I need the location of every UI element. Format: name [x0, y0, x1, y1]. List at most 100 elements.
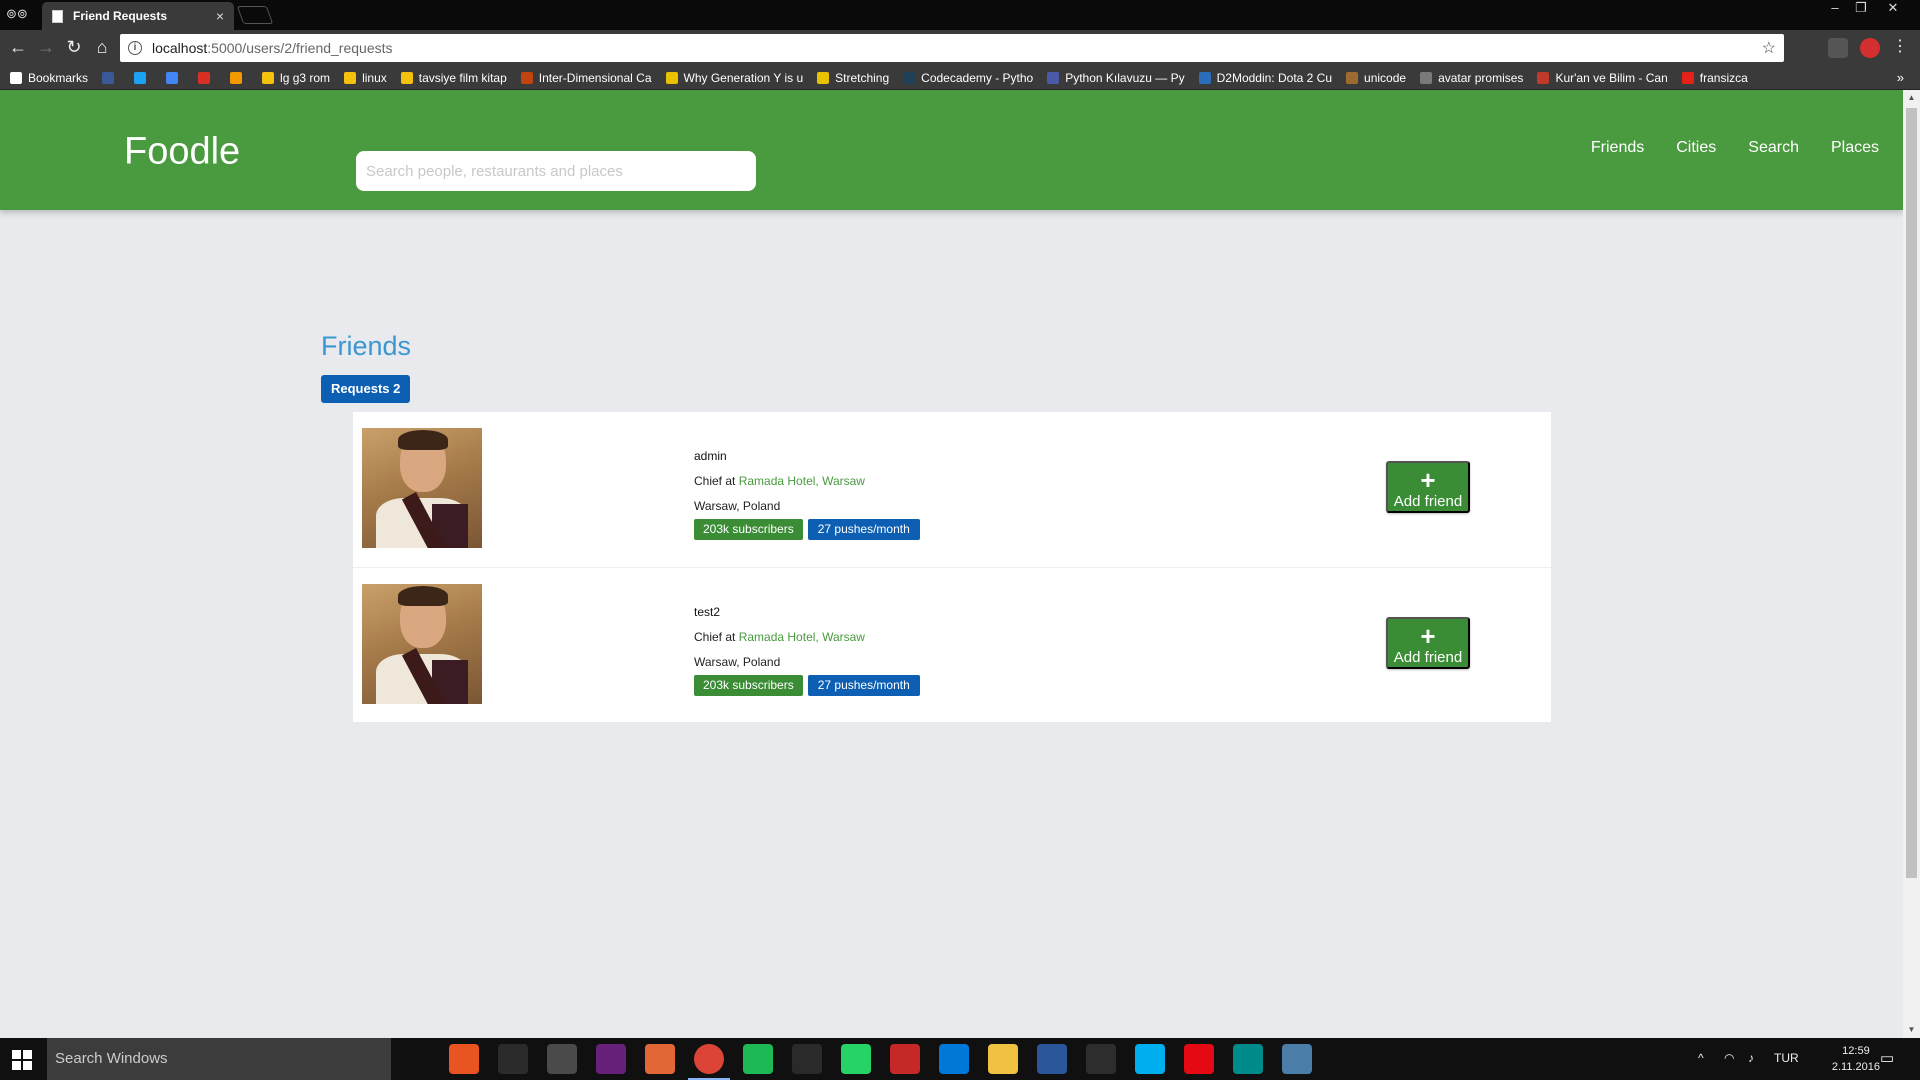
search-input[interactable] [356, 151, 756, 191]
edge-icon[interactable] [939, 1044, 969, 1074]
avatar[interactable] [362, 584, 482, 704]
nav-friends[interactable]: Friends [1591, 139, 1644, 157]
bookmark-item[interactable]: fransizca [1681, 71, 1748, 85]
skype-icon[interactable] [1135, 1044, 1165, 1074]
word-icon[interactable] [1037, 1044, 1067, 1074]
bookmark-item[interactable] [198, 71, 216, 84]
bookmark-label: Kur'an ve Bilim - Can [1555, 70, 1668, 85]
incognito-icon: ⊚⊚ [6, 6, 28, 21]
brand-logo[interactable]: Foodle [124, 131, 240, 174]
requests-tab[interactable]: Requests 2 [321, 375, 411, 403]
close-window-icon[interactable]: ✕ [1880, 0, 1906, 18]
visual-studio-icon[interactable] [596, 1044, 626, 1074]
bookmark-item[interactable]: avatar promises [1420, 71, 1523, 85]
scroll-down-icon[interactable]: ▼ [1903, 1022, 1920, 1038]
task-view-icon[interactable] [400, 1044, 430, 1074]
sublime-icon[interactable] [547, 1044, 577, 1074]
bookmark-item[interactable] [134, 71, 152, 84]
forward-icon[interactable]: → [36, 38, 56, 58]
bookmark-favicon-icon [198, 71, 211, 84]
requests-list: admin Chief at Ramada Hotel, Warsaw Wars… [353, 412, 1551, 722]
clock[interactable]: 12:59 2.11.2016 [1832, 1043, 1880, 1075]
nav-places[interactable]: Places [1831, 139, 1879, 157]
nav-search[interactable]: Search [1748, 139, 1799, 157]
windows-taskbar: Search Windows ^ ◠ ♪ TUR 12:59 2.11.2016… [0, 1038, 1920, 1080]
bookmark-label: Why Generation Y is u [683, 70, 804, 85]
tab-close-icon[interactable]: × [216, 8, 224, 24]
bookmark-star-icon[interactable]: ☆ [1762, 38, 1776, 58]
subscribers-badge: 203k subscribers [694, 675, 803, 696]
bookmark-item[interactable]: Why Generation Y is u [665, 70, 804, 85]
photos-icon[interactable] [1282, 1044, 1312, 1074]
home-icon[interactable]: ⌂ [92, 38, 112, 58]
bookmark-item[interactable]: Kur'an ve Bilim - Can [1537, 70, 1668, 85]
ubuntu-icon[interactable] [449, 1044, 479, 1074]
bookmark-item[interactable] [166, 71, 184, 84]
chrome-icon[interactable] [688, 1044, 730, 1080]
nav-cities[interactable]: Cities [1676, 139, 1716, 157]
username[interactable]: test2 [694, 605, 720, 619]
bookmark-item[interactable]: Stretching [817, 71, 889, 85]
avatar[interactable] [362, 428, 482, 548]
back-icon[interactable]: ← [8, 38, 28, 58]
extension-icon[interactable] [1860, 38, 1880, 58]
shield-extension-icon[interactable] [1828, 38, 1848, 58]
bookmark-item[interactable]: Codecademy - Pytho [903, 71, 1033, 85]
page-scrollbar[interactable]: ▲ ▼ [1903, 90, 1920, 1038]
volume-icon[interactable]: ♪ [1748, 1051, 1754, 1065]
bookmark-item[interactable]: linux [344, 71, 387, 85]
notifications-icon[interactable]: ▭ [1880, 1049, 1894, 1067]
pushes-badge: 27 pushes/month [807, 519, 920, 540]
netflix-icon[interactable] [1184, 1044, 1214, 1074]
bookmarks-bar: Bookmarks lg g3 rom linux tavsiye film kita… [0, 66, 1920, 90]
bookmark-item[interactable]: Inter-Dimensional Ca [520, 70, 652, 85]
explorer-icon[interactable] [988, 1044, 1018, 1074]
bookmark-label: Stretching [835, 70, 890, 85]
reload-icon[interactable]: ↻ [64, 38, 84, 58]
wifi-icon[interactable]: ◠ [1724, 1051, 1734, 1065]
tab-friend-requests[interactable]: Friend Requests × [42, 2, 234, 30]
language-indicator[interactable]: TUR [1774, 1051, 1799, 1065]
info-icon[interactable]: i [128, 41, 142, 55]
minimize-icon[interactable]: – [1822, 0, 1848, 18]
bookmark-label: Inter-Dimensional Ca [538, 70, 652, 85]
bookmarks-overflow-icon[interactable]: » [1897, 70, 1904, 85]
terminal-icon[interactable] [498, 1044, 528, 1074]
matlab-icon[interactable] [645, 1044, 675, 1074]
windows-start-icon[interactable] [12, 1050, 32, 1070]
url-text[interactable]: localhost:5000/users/2/friend_requests [152, 40, 1762, 56]
address-bar[interactable]: i localhost:5000/users/2/friend_requests… [120, 34, 1784, 62]
popcorn-icon[interactable] [890, 1044, 920, 1074]
add-friend-button[interactable]: + Add friend [1386, 461, 1470, 513]
scrollbar-thumb[interactable] [1906, 108, 1917, 878]
spotify-icon[interactable] [743, 1044, 773, 1074]
bookmark-favicon-icon [665, 71, 678, 84]
bookmark-favicon-icon [1198, 71, 1211, 84]
taskbar-search[interactable]: Search Windows [47, 1038, 391, 1080]
tray-chevron-icon[interactable]: ^ [1698, 1051, 1704, 1065]
page-viewport: Foodle Friends Cities Search Places Frie… [0, 90, 1903, 1038]
camera-icon[interactable] [1233, 1044, 1263, 1074]
scroll-up-icon[interactable]: ▲ [1903, 90, 1920, 106]
bookmark-item[interactable]: tavsiye film kitap [400, 71, 507, 85]
store-icon[interactable] [1086, 1044, 1116, 1074]
new-tab-button[interactable] [236, 6, 274, 24]
job-line: Chief at Ramada Hotel, Warsaw [694, 630, 865, 644]
bookmark-item[interactable]: lg g3 rom [262, 71, 330, 85]
workplace-link[interactable]: Ramada Hotel, Warsaw [739, 630, 865, 644]
bookmark-item[interactable]: Bookmarks [10, 71, 88, 85]
bookmark-item[interactable] [102, 71, 120, 84]
media-icon[interactable] [792, 1044, 822, 1074]
bookmark-item[interactable]: Python Kılavuzu — Py [1047, 70, 1185, 85]
menu-icon[interactable]: ⋮ [1890, 38, 1910, 58]
whatsapp-icon[interactable] [841, 1044, 871, 1074]
restore-icon[interactable]: ❐ [1848, 0, 1874, 18]
bookmark-label: Python Kılavuzu — Py [1065, 70, 1185, 85]
workplace-link[interactable]: Ramada Hotel, Warsaw [739, 474, 865, 488]
add-friend-button[interactable]: + Add friend [1386, 617, 1470, 669]
bookmark-item[interactable]: D2Moddin: Dota 2 Cu [1198, 71, 1332, 85]
clock-time: 12:59 [1842, 1045, 1870, 1057]
username[interactable]: admin [694, 449, 727, 463]
bookmark-item[interactable]: unicode [1346, 71, 1406, 85]
bookmark-item[interactable] [230, 71, 248, 84]
